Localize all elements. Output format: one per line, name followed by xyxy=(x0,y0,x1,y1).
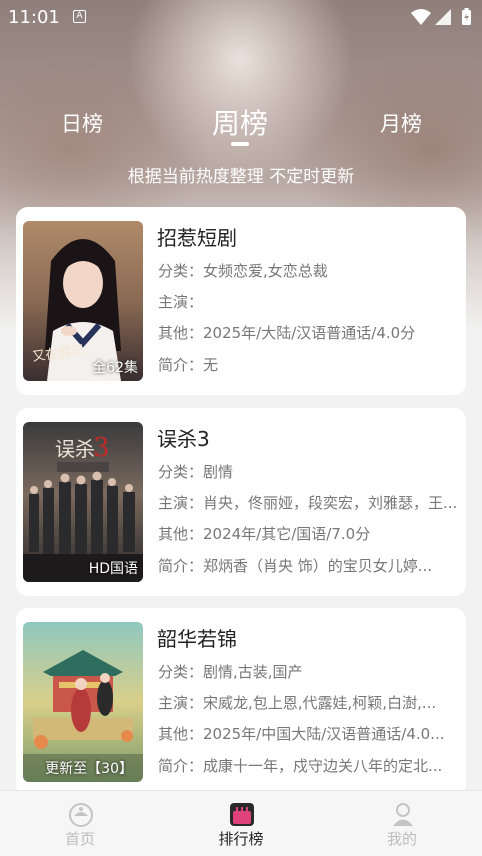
nav-ranking[interactable]: 排行榜 xyxy=(181,791,301,856)
bottom-navigation: 首页 排行榜 我的 xyxy=(0,790,482,856)
drama-card[interactable]: 又在惦记 全62集 招惹短剧 分类：女频恋爱,女恋总裁 主演： 其他：2025年… xyxy=(16,207,466,395)
system-status-icons xyxy=(411,8,471,25)
drama-cast: 主演： xyxy=(158,293,204,311)
ranking-subtitle: 根据当前热度整理 不定时更新 xyxy=(127,167,355,187)
drama-summary: 简介：无 xyxy=(158,356,219,374)
quality-badge: HD国语 xyxy=(88,561,138,577)
profile-icon xyxy=(393,803,413,826)
drama-summary: 简介：成康十一年，戍守边关八年的定北... xyxy=(158,757,443,775)
notification-icon: A xyxy=(73,10,86,23)
signal-icon xyxy=(435,9,451,25)
drama-card[interactable]: 更新至【30】 韶华若锦 分类：剧情,古装,国产 主演：宋威龙,包上恩,代露娃,… xyxy=(16,608,466,796)
status-time: 11:01 xyxy=(8,7,60,28)
ranking-icon xyxy=(230,803,254,826)
wifi-icon xyxy=(411,9,431,25)
nav-profile[interactable]: 我的 xyxy=(342,791,462,856)
drama-poster[interactable]: 更新至【30】 xyxy=(23,622,143,782)
drama-title[interactable]: 韶华若锦 xyxy=(157,623,237,652)
update-badge: 更新至【30】 xyxy=(45,761,133,777)
episode-badge: 全62集 xyxy=(92,360,138,376)
drama-summary: 简介：郑炳香（肖央 饰）的宝贝女儿婷... xyxy=(158,557,433,575)
tab-weekly[interactable]: 周榜 xyxy=(212,102,268,142)
nav-ranking-label: 排行榜 xyxy=(218,830,264,848)
tab-monthly[interactable]: 月榜 xyxy=(380,108,422,138)
drama-cast: 主演：宋威龙,包上恩,代露娃,柯颖,白澍,... xyxy=(158,694,437,712)
ranking-tabs: 日榜 周榜 月榜 xyxy=(0,100,482,160)
drama-poster[interactable]: 又在惦记 全62集 xyxy=(23,221,143,381)
drama-category: 分类：剧情 xyxy=(158,463,234,481)
drama-other: 其他：2025年/大陆/汉语普通话/4.0分 xyxy=(158,324,416,342)
nav-home[interactable]: 首页 xyxy=(20,791,140,856)
drama-other: 其他：2024年/其它/国语/7.0分 xyxy=(158,525,371,543)
active-tab-indicator xyxy=(231,142,249,146)
svg-text:3: 3 xyxy=(93,433,110,463)
home-icon xyxy=(69,803,93,827)
nav-profile-label: 我的 xyxy=(386,830,417,848)
drama-title[interactable]: 招惹短剧 xyxy=(157,222,237,251)
status-bar: 11:01 A xyxy=(0,0,482,34)
drama-poster[interactable]: 误杀 3 HD国语 xyxy=(23,422,143,582)
drama-category: 分类：剧情,古装,国产 xyxy=(158,663,303,681)
nav-home-label: 首页 xyxy=(64,830,95,848)
drama-other: 其他：2025年/中国大陆/汉语普通话/4.0... xyxy=(158,725,445,743)
drama-category: 分类：女频恋爱,女恋总裁 xyxy=(158,262,328,280)
tab-daily[interactable]: 日榜 xyxy=(61,108,103,138)
drama-cast: 主演：肖央，佟丽娅，段奕宏，刘雅瑟，王... xyxy=(158,494,458,512)
drama-title[interactable]: 误杀3 xyxy=(157,423,210,452)
drama-card[interactable]: 误杀 3 HD国语 误杀3 分类：剧情 主演：肖央，佟丽娅，段奕宏，刘雅瑟，王.… xyxy=(16,408,466,596)
poster-title-text: 误杀 xyxy=(55,437,95,461)
